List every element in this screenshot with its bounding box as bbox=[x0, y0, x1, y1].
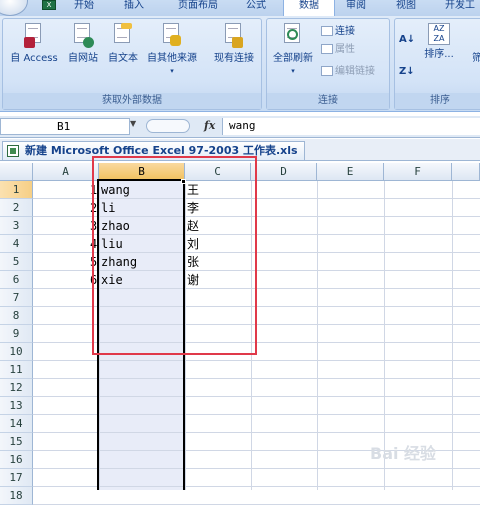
row-header[interactable]: 12 bbox=[0, 379, 33, 397]
sort-za-icon: Z↓ bbox=[399, 66, 415, 77]
column-header-a[interactable]: A bbox=[33, 163, 99, 181]
watermark: Bai 经验 bbox=[370, 444, 437, 463]
group-connections: 全部刷新 ▾ 连接 属性 编辑链接 连接 bbox=[266, 18, 390, 110]
from-text-label: 自文本 bbox=[108, 53, 138, 64]
tab-review[interactable]: 审阅 bbox=[338, 0, 374, 16]
sort-label: 排序... bbox=[424, 49, 454, 60]
row-header[interactable]: 11 bbox=[0, 361, 33, 379]
workbook-icon bbox=[7, 145, 19, 157]
chevron-down-icon: ▾ bbox=[170, 67, 174, 75]
row-header[interactable]: 6 bbox=[0, 271, 33, 289]
highlight-annotation-box bbox=[92, 156, 257, 355]
from-web-button[interactable]: 自网站 bbox=[63, 23, 103, 65]
from-access-button[interactable]: 自 Access bbox=[7, 23, 61, 65]
tab-data[interactable]: 数据 bbox=[283, 0, 335, 17]
tab-home[interactable]: 开始 bbox=[66, 0, 102, 16]
row-header[interactable]: 14 bbox=[0, 415, 33, 433]
edit-links-label: 编辑链接 bbox=[335, 66, 375, 77]
filter-button[interactable]: 筛 bbox=[467, 23, 480, 65]
filter-icon bbox=[467, 23, 480, 49]
existing-connections-button[interactable]: 现有连接 bbox=[207, 23, 261, 65]
row-header[interactable]: 1 bbox=[0, 181, 33, 199]
filter-label: 筛 bbox=[472, 53, 480, 64]
access-icon bbox=[22, 23, 46, 49]
properties-icon bbox=[321, 44, 333, 54]
formula-bar-resize-handle[interactable] bbox=[146, 119, 190, 133]
from-text-button[interactable]: 自文本 bbox=[103, 23, 143, 65]
refresh-all-button[interactable]: 全部刷新 ▾ bbox=[269, 23, 317, 77]
name-box-dropdown-icon[interactable]: ▼ bbox=[130, 119, 136, 128]
sort-dialog-icon: AZ ZA bbox=[428, 23, 450, 45]
existing-connections-icon bbox=[222, 23, 246, 49]
excel-quick-access-icon[interactable]: X bbox=[42, 0, 56, 10]
sort-button[interactable]: AZ ZA 排序... bbox=[421, 23, 457, 61]
row-header[interactable]: 3 bbox=[0, 217, 33, 235]
connections-label: 连接 bbox=[335, 26, 355, 37]
chevron-down-icon: ▾ bbox=[291, 67, 295, 75]
tab-insert[interactable]: 插入 bbox=[116, 0, 152, 16]
sort-az-icon: A↓ bbox=[399, 34, 416, 45]
connections-icon bbox=[321, 26, 333, 36]
formula-bar: B1 ▼ fx wang bbox=[0, 116, 480, 138]
row-header[interactable]: 7 bbox=[0, 289, 33, 307]
row-header[interactable]: 10 bbox=[0, 343, 33, 361]
row-header[interactable]: 5 bbox=[0, 253, 33, 271]
gridline bbox=[317, 181, 318, 490]
group-sort-filter: A↓ Z↓ AZ ZA 排序... 筛 排序 bbox=[394, 18, 480, 110]
row-header[interactable]: 4 bbox=[0, 235, 33, 253]
tab-developer[interactable]: 开发工 bbox=[438, 0, 480, 16]
column-header-e[interactable]: E bbox=[317, 163, 384, 181]
from-other-sources-label: 自其他来源 bbox=[147, 53, 197, 64]
refresh-icon bbox=[281, 23, 305, 49]
gridline bbox=[452, 181, 453, 490]
tab-view[interactable]: 视图 bbox=[388, 0, 424, 16]
row-header[interactable]: 2 bbox=[0, 199, 33, 217]
row-header[interactable]: 9 bbox=[0, 325, 33, 343]
from-other-sources-button[interactable]: 自其他来源 ▾ bbox=[143, 23, 201, 77]
row-header[interactable]: 13 bbox=[0, 397, 33, 415]
edit-links-button[interactable]: 编辑链接 bbox=[321, 65, 375, 78]
column-header-f[interactable]: F bbox=[384, 163, 452, 181]
group-label-external: 获取外部数据 bbox=[3, 93, 261, 109]
tab-page-layout[interactable]: 页面布局 bbox=[170, 0, 226, 16]
group-get-external-data: 自 Access 自网站 自文本 自其他来源 ▾ 现有连接 获取外部数据 bbox=[2, 18, 262, 110]
select-all-corner[interactable] bbox=[0, 163, 33, 181]
link-icon bbox=[321, 66, 333, 76]
group-label-connections: 连接 bbox=[267, 93, 389, 109]
formula-input[interactable]: wang bbox=[222, 118, 480, 135]
properties-button[interactable]: 属性 bbox=[321, 43, 355, 56]
row-header[interactable]: 17 bbox=[0, 469, 33, 487]
refresh-all-label: 全部刷新 bbox=[273, 53, 313, 64]
column-header-d[interactable]: D bbox=[251, 163, 317, 181]
connections-button[interactable]: 连接 bbox=[321, 25, 355, 38]
from-access-label: 自 Access bbox=[10, 53, 58, 64]
database-icon bbox=[160, 23, 184, 49]
tab-formulas[interactable]: 公式 bbox=[238, 0, 274, 16]
column-header-g[interactable] bbox=[452, 163, 480, 181]
insert-function-icon[interactable]: fx bbox=[204, 119, 215, 132]
existing-connections-label: 现有连接 bbox=[214, 53, 254, 64]
ribbon-panel: 自 Access 自网站 自文本 自其他来源 ▾ 现有连接 获取外部数据 全部刷… bbox=[0, 16, 480, 112]
row-header[interactable]: 15 bbox=[0, 433, 33, 451]
sort-az-button[interactable]: A↓ bbox=[399, 33, 415, 46]
name-box[interactable]: B1 bbox=[0, 118, 130, 135]
web-icon bbox=[71, 23, 95, 49]
properties-label: 属性 bbox=[335, 44, 355, 55]
sort-za-button[interactable]: Z↓ bbox=[399, 65, 415, 78]
ribbon-tab-bar: X 开始 插入 页面布局 公式 数据 审阅 视图 开发工 bbox=[0, 0, 480, 17]
row-header[interactable]: 8 bbox=[0, 307, 33, 325]
office-button[interactable] bbox=[0, 0, 28, 16]
row-header[interactable]: 16 bbox=[0, 451, 33, 469]
text-file-icon bbox=[111, 23, 135, 49]
group-label-sort: 排序 bbox=[395, 93, 480, 109]
from-web-label: 自网站 bbox=[68, 53, 98, 64]
